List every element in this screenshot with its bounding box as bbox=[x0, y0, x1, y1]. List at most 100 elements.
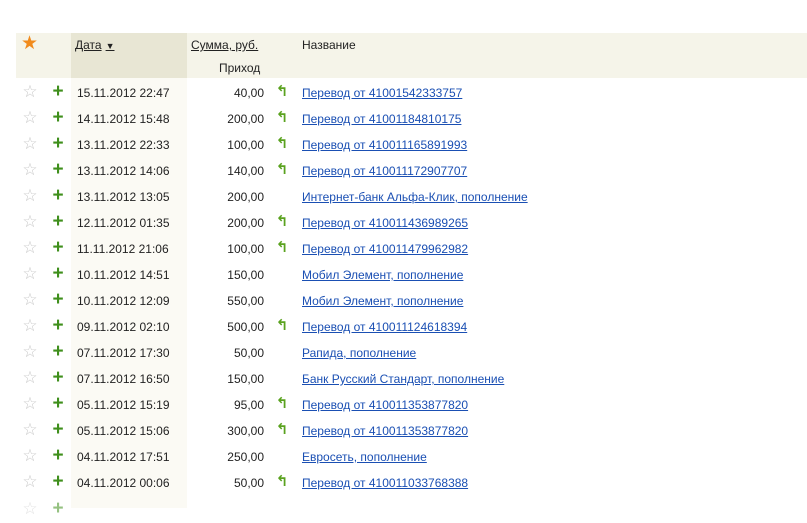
plus-icon[interactable]: + bbox=[50, 288, 66, 314]
star-icon[interactable]: ☆ bbox=[21, 340, 39, 366]
table-row: ☆ +11.11.2012 21:06 100,00 ↰ Перевод от 4100… bbox=[16, 236, 807, 262]
row-date: 05.11.2012 15:06 bbox=[77, 424, 170, 438]
return-arrow-icon[interactable]: ↰ bbox=[275, 132, 289, 158]
return-arrow-icon[interactable]: ↰ bbox=[275, 418, 289, 444]
row-name-link[interactable]: Мобил Элемент, пополнение bbox=[302, 262, 463, 288]
row-name-link[interactable]: Перевод от 410011479962982 bbox=[302, 236, 468, 262]
star-icon[interactable]: ☆ bbox=[21, 184, 39, 210]
plus-icon[interactable]: + bbox=[50, 470, 66, 496]
star-icon[interactable]: ☆ bbox=[21, 80, 39, 106]
row-name-link[interactable]: Перевод от 410011165891993 bbox=[302, 132, 467, 158]
row-name-link[interactable]: Перевод от 410011033768388 bbox=[302, 470, 468, 496]
star-icon[interactable]: ☆ bbox=[21, 262, 39, 288]
plus-icon[interactable]: + bbox=[50, 80, 66, 106]
table-row: ☆ +13.11.2012 22:33 100,00 ↰ Перевод от 4100… bbox=[16, 132, 807, 158]
row-date: 12.11.2012 01:35 bbox=[77, 216, 170, 230]
return-arrow-icon[interactable]: ↰ bbox=[275, 314, 289, 340]
star-icon[interactable]: ☆ bbox=[21, 236, 39, 262]
star-icon[interactable]: ☆ bbox=[21, 106, 39, 132]
star-icon[interactable]: ☆ bbox=[21, 158, 39, 184]
row-date: 04.11.2012 17:51 bbox=[77, 450, 170, 464]
row-date: 04.11.2012 00:06 bbox=[77, 476, 170, 490]
plus-icon[interactable]: + bbox=[50, 497, 66, 523]
row-amount: 150,00 bbox=[227, 372, 264, 386]
row-name-link[interactable]: Интернет-банк Альфа-Клик, пополнение bbox=[302, 184, 528, 210]
table-row: ☆ +10.11.2012 12:09 550,00 Мобил Элемент, п… bbox=[16, 288, 807, 314]
plus-icon[interactable]: + bbox=[50, 366, 66, 392]
plus-icon[interactable]: + bbox=[50, 132, 66, 158]
row-name-link[interactable]: Перевод от 41001184810175 bbox=[302, 106, 461, 132]
return-arrow-icon[interactable]: ↰ bbox=[275, 80, 289, 106]
row-name-link[interactable]: Рапида, пополнение bbox=[302, 340, 416, 366]
return-arrow-icon[interactable]: ↰ bbox=[275, 470, 289, 496]
star-icon[interactable]: ☆ bbox=[21, 210, 39, 236]
return-arrow-icon[interactable]: ↰ bbox=[275, 158, 289, 184]
sort-desc-icon: ▼ bbox=[105, 41, 115, 51]
table-row: ☆ +09.11.2012 02:10 500,00 ↰ Перевод от 4100… bbox=[16, 314, 807, 340]
row-name-link[interactable]: Перевод от 410011172907707 bbox=[302, 158, 467, 184]
table-row: ☆ +14.11.2012 15:48 200,00 ↰ Перевод от 4100… bbox=[16, 106, 807, 132]
row-date: 10.11.2012 14:51 bbox=[77, 268, 170, 282]
star-icon[interactable]: ☆ bbox=[21, 366, 39, 392]
table-row: ☆ +04.11.2012 00:06 50,00 ↰ Перевод от 41001… bbox=[16, 470, 807, 496]
row-name-link[interactable]: Евросеть, пополнение bbox=[302, 444, 427, 470]
row-name-link[interactable]: Перевод от 410011124618394 bbox=[302, 314, 467, 340]
table-row: ☆ +10.11.2012 14:51 150,00 Мобил Элемент, п… bbox=[16, 262, 807, 288]
row-date: 10.11.2012 12:09 bbox=[77, 294, 170, 308]
row-name-link[interactable]: Перевод от 410011436989265 bbox=[302, 210, 468, 236]
row-amount: 50,00 bbox=[233, 346, 264, 360]
row-amount: 550,00 bbox=[227, 294, 264, 308]
star-icon[interactable]: ☆ bbox=[21, 132, 39, 158]
row-amount: 200,00 bbox=[227, 190, 264, 204]
star-icon[interactable]: ☆ bbox=[21, 392, 39, 418]
star-icon[interactable]: ☆ bbox=[21, 497, 39, 523]
return-arrow-icon[interactable]: ↰ bbox=[275, 210, 289, 236]
row-date: 07.11.2012 17:30 bbox=[77, 346, 170, 360]
row-date: 13.11.2012 14:06 bbox=[77, 164, 170, 178]
income-subheader: Приход bbox=[219, 61, 261, 75]
row-amount: 200,00 bbox=[227, 112, 264, 126]
plus-icon[interactable]: + bbox=[50, 236, 66, 262]
row-name-link[interactable]: Мобил Элемент, пополнение bbox=[302, 288, 463, 314]
row-date: 11.11.2012 21:06 bbox=[77, 242, 169, 256]
plus-icon[interactable]: + bbox=[50, 262, 66, 288]
table-row: ☆ +05.11.2012 15:06 300,00 ↰ Перевод от 4100… bbox=[16, 418, 807, 444]
sort-by-date-link[interactable]: Дата ▼ bbox=[75, 38, 115, 52]
table-row: ☆ +07.11.2012 17:30 50,00 Рапида, пополнени… bbox=[16, 340, 807, 366]
row-amount: 40,00 bbox=[233, 86, 264, 100]
sort-by-sum-link[interactable]: Сумма, руб. bbox=[191, 38, 258, 52]
plus-icon[interactable]: + bbox=[50, 314, 66, 340]
row-amount: 250,00 bbox=[227, 450, 264, 464]
row-date: 13.11.2012 13:05 bbox=[77, 190, 170, 204]
row-amount: 500,00 bbox=[227, 320, 264, 334]
star-icon[interactable]: ☆ bbox=[21, 418, 39, 444]
plus-icon[interactable]: + bbox=[50, 340, 66, 366]
row-name-link[interactable]: Банк Русский Стандарт, пополнение bbox=[302, 366, 504, 392]
return-arrow-icon[interactable]: ↰ bbox=[275, 106, 289, 132]
table-row-partial: ☆ + bbox=[16, 497, 807, 523]
plus-icon[interactable]: + bbox=[50, 184, 66, 210]
date-header-label: Дата bbox=[75, 38, 102, 52]
return-arrow-icon[interactable]: ↰ bbox=[275, 236, 289, 262]
row-name-link[interactable]: Перевод от 41001542333757 bbox=[302, 80, 462, 106]
favorite-star-icon[interactable]: ★ bbox=[21, 34, 38, 54]
plus-icon[interactable]: + bbox=[50, 106, 66, 132]
plus-icon[interactable]: + bbox=[50, 210, 66, 236]
plus-icon[interactable]: + bbox=[50, 444, 66, 470]
plus-icon[interactable]: + bbox=[50, 392, 66, 418]
return-arrow-icon[interactable]: ↰ bbox=[275, 392, 289, 418]
star-icon[interactable]: ☆ bbox=[21, 314, 39, 340]
row-date: 13.11.2012 22:33 bbox=[77, 138, 170, 152]
row-amount: 100,00 bbox=[227, 242, 264, 256]
row-name-link[interactable]: Перевод от 410011353877820 bbox=[302, 418, 468, 444]
table-row: ☆ +07.11.2012 16:50 150,00 Банк Русский Ста… bbox=[16, 366, 807, 392]
row-name-link[interactable]: Перевод от 410011353877820 bbox=[302, 392, 468, 418]
star-icon[interactable]: ☆ bbox=[21, 288, 39, 314]
row-date: 07.11.2012 16:50 bbox=[77, 372, 170, 386]
plus-icon[interactable]: + bbox=[50, 158, 66, 184]
star-icon[interactable]: ☆ bbox=[21, 444, 39, 470]
row-date: 15.11.2012 22:47 bbox=[77, 86, 170, 100]
table-row: ☆ +13.11.2012 14:06 140,00 ↰ Перевод от 4100… bbox=[16, 158, 807, 184]
star-icon[interactable]: ☆ bbox=[21, 470, 39, 496]
plus-icon[interactable]: + bbox=[50, 418, 66, 444]
